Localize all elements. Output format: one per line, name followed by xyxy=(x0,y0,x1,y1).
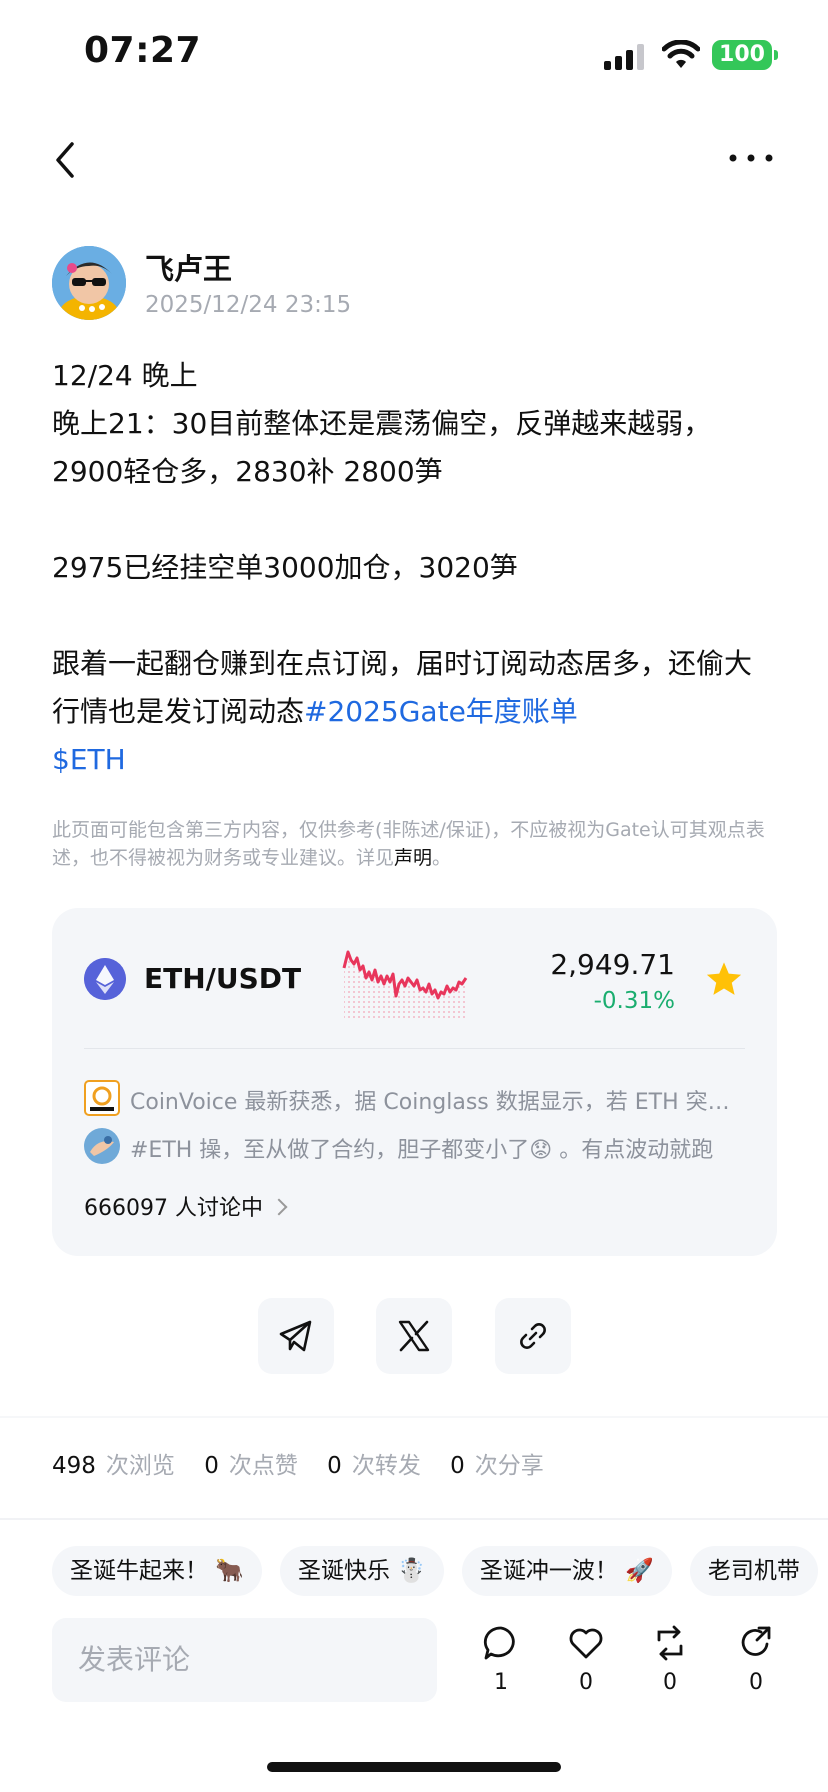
coinvoice-logo-icon xyxy=(84,1080,120,1116)
likes-count: 0 xyxy=(204,1453,219,1479)
quick-reply-chip[interactable]: 圣诞冲一波！ 🚀 xyxy=(461,1546,672,1596)
status-bar: 07:27 100 xyxy=(0,0,828,100)
section-divider xyxy=(0,1518,828,1520)
post-line: 晚上21：30目前整体还是震荡偏空，反弹越来越弱，2900轻仓多，2830补 2… xyxy=(52,407,712,488)
discussion-label: 666097 人讨论中 xyxy=(84,1196,263,1221)
like-count: 0 xyxy=(579,1670,593,1695)
post-line: 12/24 晚上 xyxy=(52,359,198,392)
post-line: 跟着一起翻仓赚到在点订阅，届时订阅动态居多，还偷大行情也是发订阅动态#2025G… xyxy=(52,640,752,736)
cashtag-link[interactable]: $ETH xyxy=(52,736,752,784)
comment-count: 1 xyxy=(494,1670,508,1695)
comment-bubble-icon xyxy=(483,1626,515,1660)
card-divider xyxy=(84,1048,745,1049)
share-telegram-button[interactable] xyxy=(258,1298,334,1374)
share-button[interactable]: 0 xyxy=(726,1624,786,1695)
share-arrow-icon xyxy=(741,1626,771,1656)
quick-reply-chip[interactable]: 圣诞快乐 ☃️ xyxy=(279,1546,444,1596)
link-icon xyxy=(520,1323,546,1349)
eth-coin-icon xyxy=(84,958,126,1000)
quick-reply-chip[interactable]: 老司机带 xyxy=(689,1546,818,1596)
post-content: 12/24 晚上 晚上21：30目前整体还是震荡偏空，反弹越来越弱，2900轻仓… xyxy=(52,352,752,784)
reposts-count: 0 xyxy=(327,1453,342,1479)
wifi-icon xyxy=(662,40,700,68)
user-avatar-icon xyxy=(84,1128,120,1164)
heart-icon xyxy=(569,1628,603,1659)
feed-text: #ETH 操，至从做了合约，胆子都变小了😟 。有点波动就跑 xyxy=(130,1138,714,1163)
price-sparkline xyxy=(342,950,468,1018)
hashtag-link[interactable]: #2025Gate年度账单 xyxy=(304,695,578,728)
section-divider xyxy=(0,1416,828,1418)
news-feed-item[interactable]: #ETH 操，至从做了合约，胆子都变小了😟 。有点波动就跑 xyxy=(84,1126,734,1166)
share-count: 0 xyxy=(749,1670,763,1695)
post-stats: 498 次浏览 0 次点赞 0 次转发 0 次分享 xyxy=(52,1446,566,1480)
disclaimer: 此页面可能包含第三方内容，仅供参考(非陈述/保证)，不应被视为Gate认可其观点… xyxy=(52,816,782,872)
market-card[interactable]: ETH/USDT 2,949.71 -0.31% CoinVoice 最新获悉，… xyxy=(52,908,777,1256)
discussion-count[interactable]: 666097 人讨论中 xyxy=(84,1190,288,1222)
copy-link-button[interactable] xyxy=(495,1298,571,1374)
favorite-star-icon[interactable] xyxy=(705,960,743,998)
reposts-label: 次转发 xyxy=(351,1453,421,1479)
views-label: 次浏览 xyxy=(105,1453,175,1479)
author-avatar[interactable] xyxy=(52,246,126,320)
quick-reply-chip[interactable]: 圣诞牛起来！ 🐂 xyxy=(52,1546,262,1596)
shares-count: 0 xyxy=(450,1453,465,1479)
likes-label: 次点赞 xyxy=(228,1453,298,1479)
repost-count: 0 xyxy=(663,1670,677,1695)
comment-button[interactable]: 1 xyxy=(471,1624,531,1695)
back-arrow-icon[interactable] xyxy=(48,136,84,184)
avatar-image xyxy=(52,246,126,320)
telegram-icon xyxy=(279,1320,312,1352)
views-count: 498 xyxy=(52,1453,96,1479)
repost-icon xyxy=(657,1625,683,1661)
like-button[interactable]: 0 xyxy=(556,1624,616,1695)
price-change: -0.31% xyxy=(593,988,675,1014)
statement-link[interactable]: 声明 xyxy=(394,847,432,869)
disclaimer-end: 。 xyxy=(432,847,452,869)
share-x-button[interactable] xyxy=(376,1298,452,1374)
post-timestamp: 2025/12/24 23:15 xyxy=(145,292,352,318)
battery-indicator: 100 xyxy=(712,40,778,70)
chevron-right-icon xyxy=(270,1198,288,1216)
x-logo-icon xyxy=(398,1320,430,1352)
shares-label: 次分享 xyxy=(474,1453,544,1479)
author-name[interactable]: 飞卢王 xyxy=(145,246,232,288)
status-time: 07:27 xyxy=(84,30,202,71)
trading-pair: ETH/USDT xyxy=(144,962,302,995)
feed-text: CoinVoice 最新获悉，据 Coinglass 数据显示，若 ETH 突破… xyxy=(130,1090,742,1115)
quick-reply-chips: 圣诞牛起来！ 🐂 圣诞快乐 ☃️ 圣诞冲一波！ 🚀 老司机带 xyxy=(52,1546,828,1596)
post-line: 2975已经挂空单3000加仓，3020笋 xyxy=(52,551,518,584)
comment-input[interactable]: 发表评论 xyxy=(52,1618,437,1702)
last-price: 2,949.71 xyxy=(550,948,675,981)
repost-button[interactable]: 0 xyxy=(640,1624,700,1695)
more-options-icon[interactable] xyxy=(728,148,774,168)
news-feed-item[interactable]: CoinVoice 最新获悉，据 Coinglass 数据显示，若 ETH 突破… xyxy=(84,1078,742,1118)
home-indicator[interactable] xyxy=(267,1762,561,1772)
cellular-signal-icon xyxy=(604,44,644,70)
